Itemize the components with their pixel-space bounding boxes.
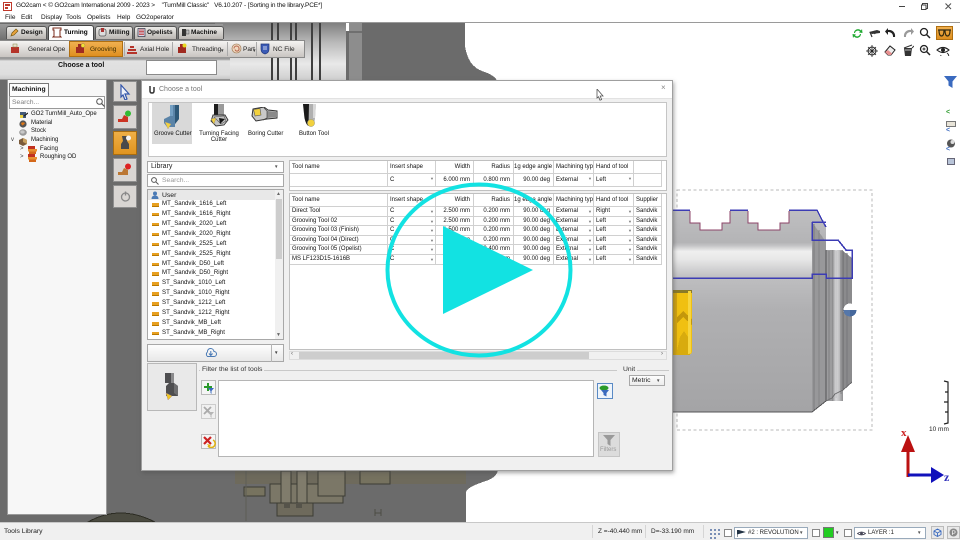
svg-text:z: z	[944, 470, 950, 484]
svg-text:x: x	[901, 427, 907, 439]
svg-text:10 mm: 10 mm	[929, 426, 949, 433]
svg-text:P: P	[952, 530, 956, 537]
